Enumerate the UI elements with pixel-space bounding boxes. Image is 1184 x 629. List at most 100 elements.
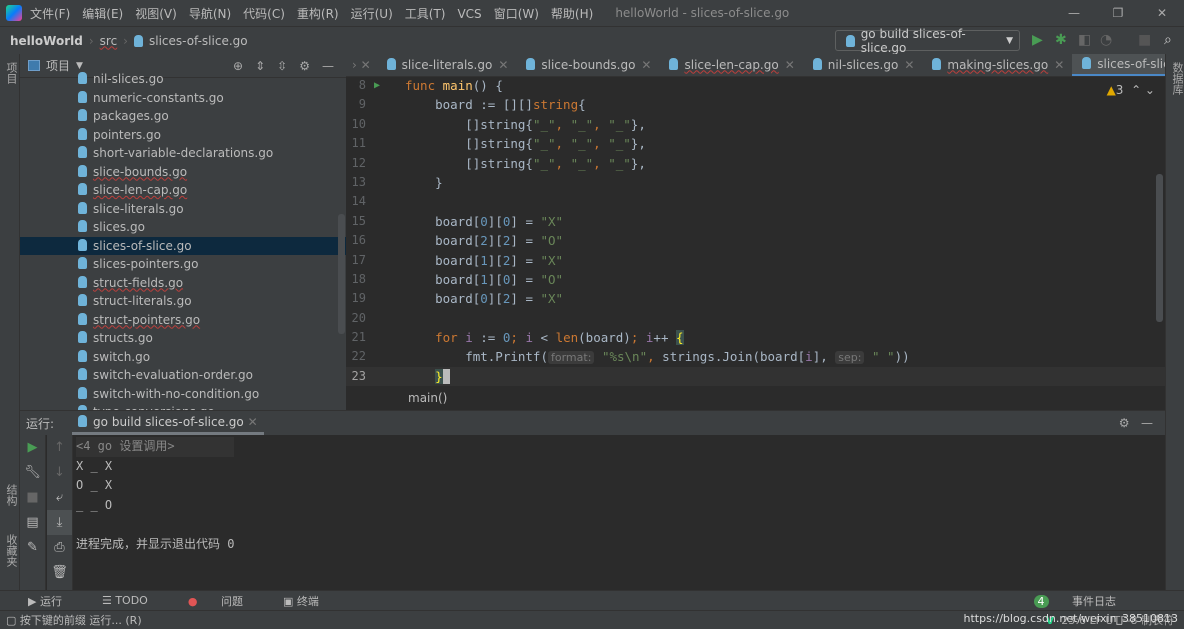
terminal-tool-tab[interactable]: ▣ 终端 — [283, 593, 339, 609]
close-icon[interactable]: ✕ — [904, 58, 914, 72]
line-number[interactable]: 20 — [346, 309, 366, 328]
menu-item[interactable]: 窗口(W) — [494, 7, 539, 21]
file-tree-item[interactable]: slices-of-slice.go — [20, 236, 346, 255]
project-tool-button[interactable]: 项目 — [3, 62, 19, 84]
locate-icon[interactable]: ⊕ — [233, 59, 243, 73]
line-number[interactable]: 11 — [346, 134, 366, 153]
code-area[interactable]: 8 ▶ func main() {9 board := [][]string{10 … — [346, 76, 1165, 387]
stop-icon[interactable]: ■ — [20, 485, 45, 510]
file-tree-item[interactable]: type-conversions.go — [20, 403, 346, 410]
file-tree-item[interactable]: struct-pointers.go — [20, 311, 346, 330]
tabs-overflow[interactable]: › ✕ — [346, 58, 377, 72]
line-number[interactable]: 8 — [346, 76, 366, 95]
scrollbar[interactable] — [1156, 174, 1163, 322]
soft-wrap-icon[interactable]: ⤶ — [47, 485, 72, 510]
wrench-icon[interactable]: 🔧︎ — [20, 460, 45, 485]
file-tree-item[interactable]: slice-literals.go — [20, 200, 346, 219]
project-panel-title[interactable]: 项目 — [46, 57, 70, 74]
collapse-all-icon[interactable]: ⇳ — [277, 59, 287, 73]
line-number[interactable]: 15 — [346, 212, 366, 231]
line-number[interactable]: 23 — [346, 367, 366, 386]
file-tree-item[interactable]: packages.go — [20, 107, 346, 126]
minimize-button[interactable]: — — [1052, 0, 1096, 26]
run-configuration-select[interactable]: go build slices-of-slice.go ▼ — [835, 27, 1020, 55]
menu-item[interactable]: 帮助(H) — [551, 7, 593, 21]
close-icon[interactable]: ✕ — [641, 58, 651, 72]
print-icon[interactable]: ⎙ — [47, 535, 72, 560]
database-tool-button[interactable]: 数据库 — [1169, 62, 1184, 95]
file-tree-item[interactable]: switch.go — [20, 348, 346, 367]
file-tree-item[interactable]: slice-len-cap.go — [20, 181, 346, 200]
close-icon[interactable]: ✕ — [785, 58, 795, 72]
menu-item[interactable]: 代码(C) — [243, 7, 285, 21]
line-number[interactable]: 16 — [346, 231, 366, 250]
search-icon[interactable]: ⌕ — [1164, 32, 1172, 48]
menu-item[interactable]: 导航(N) — [189, 7, 231, 21]
menu-item[interactable]: 编辑(E) — [82, 7, 123, 21]
expand-all-icon[interactable]: ⇕ — [255, 59, 265, 73]
trash-icon[interactable]: 🗑︎ — [47, 560, 72, 585]
hide-icon[interactable]: — — [322, 59, 334, 73]
stop-icon[interactable]: ■ — [1138, 32, 1151, 48]
structure-tool-button[interactable]: 结构 — [3, 484, 19, 506]
file-tree-item[interactable]: struct-fields.go — [20, 274, 346, 293]
editor-tab[interactable]: nil-slices.go ✕ — [803, 54, 923, 76]
menu-item[interactable]: VCS — [457, 7, 481, 21]
status-toggle-icon[interactable]: ▢ — [6, 614, 16, 627]
menu-item[interactable]: 视图(V) — [135, 7, 177, 21]
editor-tab[interactable]: slice-literals.go ✕ — [377, 54, 517, 76]
line-number[interactable]: 13 — [346, 173, 366, 192]
rerun-icon[interactable]: ▶ — [20, 435, 45, 460]
editor-tab[interactable]: slice-bounds.go ✕ — [516, 54, 659, 76]
close-button[interactable]: ✕ — [1140, 0, 1184, 26]
coverage-icon[interactable]: ◧ — [1078, 32, 1091, 48]
favorites-tool-button[interactable]: 收藏夹 — [3, 534, 19, 567]
problems-tool-tab[interactable]: ● 问题 — [188, 593, 263, 609]
editor-tab[interactable]: slices-of-slice.go✕ — [1072, 54, 1165, 76]
file-tree-item[interactable]: structs.go — [20, 329, 346, 348]
close-icon[interactable]: ✕ — [498, 58, 508, 72]
profile-icon[interactable]: ◔ — [1100, 32, 1112, 48]
todo-tool-tab[interactable]: ☰ TODO — [102, 594, 168, 607]
breadcrumb-folder[interactable]: src — [100, 34, 118, 48]
line-number[interactable]: 17 — [346, 251, 366, 270]
console-output[interactable]: <4 go 设置调用> X _ X O _ X _ _ O 进程完成，并显示退出代码 0 — [76, 437, 235, 554]
menu-item[interactable]: 重构(R) — [297, 7, 339, 21]
gear-icon[interactable]: ⚙ — [299, 59, 310, 73]
line-number[interactable]: 22 — [346, 347, 366, 366]
file-tree-item[interactable]: slices-pointers.go — [20, 255, 346, 274]
line-number[interactable]: 21 — [346, 328, 366, 347]
chevron-down-icon[interactable]: ▼ — [76, 61, 83, 71]
editor-tab[interactable]: slice-len-cap.go ✕ — [659, 54, 802, 76]
scrollbar[interactable] — [338, 214, 345, 334]
line-number[interactable]: 18 — [346, 270, 366, 289]
layout-icon[interactable]: ▤ — [20, 510, 45, 535]
file-tree-item[interactable]: switch-evaluation-order.go — [20, 366, 346, 385]
line-number[interactable]: 10 — [346, 115, 366, 134]
close-icon[interactable]: ✕ — [1054, 58, 1064, 72]
line-number[interactable]: 19 — [346, 289, 366, 308]
breadcrumb-file[interactable]: slices-of-slice.go — [149, 34, 248, 48]
run-tool-tab[interactable]: ▶ 运行 — [28, 593, 82, 609]
file-tree-item[interactable]: slice-bounds.go — [20, 163, 346, 182]
line-number[interactable]: 14 — [346, 192, 366, 211]
breadcrumb-project[interactable]: helloWorld — [10, 34, 83, 48]
file-tree-item[interactable]: struct-literals.go — [20, 292, 346, 311]
event-log-tab[interactable]: 4 事件日志 — [1033, 593, 1137, 609]
run-tab[interactable]: go build slices-of-slice.go ✕ — [72, 411, 264, 435]
file-tree-item[interactable]: pointers.go — [20, 126, 346, 145]
warnings-indicator[interactable]: ▲3 ⌃ ⌄ — [1107, 83, 1155, 97]
menu-item[interactable]: 文件(F) — [30, 7, 70, 21]
pin-icon[interactable]: ✎ — [20, 535, 45, 560]
up-icon[interactable]: ↑ — [47, 435, 72, 460]
close-icon[interactable]: ✕ — [248, 415, 258, 429]
file-tree-item[interactable]: switch-with-no-condition.go — [20, 385, 346, 404]
editor-tab[interactable]: making-slices.go ✕ — [922, 54, 1072, 76]
down-icon[interactable]: ↓ — [47, 460, 72, 485]
gear-icon[interactable]: ⚙ — — [1119, 416, 1153, 430]
run-icon[interactable]: ▶ — [1032, 32, 1043, 48]
menu-item[interactable]: 运行(U) — [351, 7, 393, 21]
file-tree-item[interactable]: numeric-constants.go — [20, 89, 346, 108]
run-gutter-icon[interactable]: ▶ — [374, 76, 380, 95]
scroll-to-end-icon[interactable]: ⤓ — [47, 510, 72, 535]
